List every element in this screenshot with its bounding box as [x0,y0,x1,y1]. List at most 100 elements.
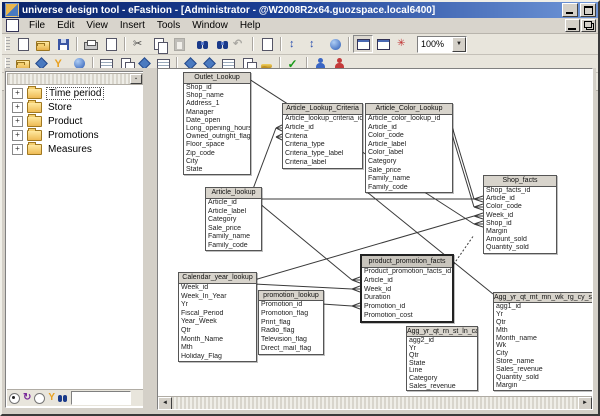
table-column[interactable]: Amount_sold [484,236,556,244]
scroll-right-icon[interactable]: ► [578,397,592,410]
parameters-button[interactable] [257,35,277,53]
export-universe-button[interactable] [285,35,305,53]
minimize-button[interactable] [562,3,578,17]
table-shop_facts[interactable]: Shop_factsShop_facts_idArticle_idColor_c… [483,175,557,254]
table-column[interactable]: Sale_price [366,167,452,176]
table-column[interactable]: Radio_flag [259,327,323,336]
conditions-view-radio[interactable] [34,393,45,404]
table-column[interactable]: Category [366,158,452,167]
table-column[interactable]: Article_color_lookup_id [366,115,452,124]
scrollbar-button[interactable]: ▪ [130,74,142,84]
table-column[interactable]: City [494,350,593,358]
table-column[interactable]: Long_opening_hours_flag [184,125,250,133]
new-button[interactable] [13,35,33,53]
table-column[interactable]: Promotion_id [259,301,323,310]
expand-icon[interactable]: + [12,144,23,155]
table-header[interactable]: Article_Lookup_Criteria [283,104,362,115]
table-header[interactable]: Outlet_Lookup [184,73,250,84]
mdi-minimize-button[interactable] [565,19,580,32]
publish-button[interactable] [325,35,345,53]
expand-icon[interactable]: + [12,130,23,141]
table-column[interactable]: Mth [179,344,256,353]
table-header[interactable]: Article_lookup [206,188,261,199]
table-column[interactable]: Sales_revenue [407,383,477,391]
table-column[interactable]: Quantity_sold [494,374,593,382]
undo-button[interactable] [229,35,249,53]
table-column[interactable]: Color_code [366,132,452,141]
table-column[interactable]: Color_label [366,149,452,158]
menu-tools[interactable]: Tools [151,18,186,33]
table-column[interactable]: Article_label [366,141,452,150]
table-column[interactable]: Family_name [366,175,452,184]
expand-icon[interactable]: + [12,88,23,99]
zoom-combo[interactable]: 100% ▼ [417,36,467,53]
table-outlet_lookup[interactable]: Outlet_LookupShop_idShop_nameAddress_1Ma… [183,72,251,175]
menu-window[interactable]: Window [186,18,234,33]
table-column[interactable]: Mth [494,327,593,335]
sidebar-item-promotions[interactable]: +Promotions [8,128,142,142]
join-line[interactable] [322,304,352,306]
paste-button[interactable] [169,35,189,53]
print-preview-button[interactable] [101,35,121,53]
table-column[interactable]: agg1_id [494,303,593,311]
copy-button[interactable] [149,35,169,53]
pane-splitter[interactable] [143,68,157,412]
table-column[interactable]: agg2_id [407,337,477,345]
sidebar-item-measures[interactable]: +Measures [8,142,142,156]
table-column[interactable]: Address_1 [184,100,250,108]
table-column[interactable]: Article_id [206,199,261,208]
expand-icon[interactable]: + [12,116,23,127]
table-column[interactable]: Criteria [283,133,362,142]
table-column[interactable]: Margin [484,228,556,236]
find-next-button[interactable] [209,35,229,53]
print-button[interactable] [81,35,101,53]
table-column[interactable]: Article_id [362,277,452,286]
table-column[interactable]: State [184,166,250,174]
table-header[interactable]: Article_Color_Lookup [366,104,452,115]
toolbar-grip[interactable] [5,37,10,51]
save-button[interactable] [53,35,73,53]
scroll-left-icon[interactable]: ◄ [158,397,172,410]
table-product_promotion_facts[interactable]: product_promotion_factsProduct_promotion… [360,254,454,323]
table-column[interactable]: Article_label [206,208,261,217]
table-column[interactable]: Qtr [494,319,593,327]
table-column[interactable]: Date_open [184,117,250,125]
menu-edit[interactable]: Edit [51,18,80,33]
table-column[interactable]: Week_In_Year [179,293,256,302]
table-column[interactable]: Holiday_Flag [179,353,256,362]
table-column[interactable]: City [184,158,250,166]
table-column[interactable]: Week_id [179,284,256,293]
table-header[interactable]: Shop_facts [484,176,556,187]
table-column[interactable]: Yr [494,311,593,319]
table-header[interactable]: product_promotion_facts [362,256,452,268]
table-column[interactable]: Criteria_type_label [283,150,362,159]
table-column[interactable]: Article_lookup_criteria_id [283,115,362,124]
table-article_lookup[interactable]: Article_lookupArticle_idArticle_labelCat… [205,187,262,251]
scrollbar-track[interactable] [8,74,130,84]
table-column[interactable]: Article_id [366,124,452,133]
table-column[interactable]: Promotion_cost [362,312,452,321]
menu-file[interactable]: File [23,18,51,33]
table-column[interactable]: Week_id [362,286,452,295]
join-line[interactable] [451,123,474,199]
pane-scrollbar[interactable]: ▪ [7,73,143,85]
horizontal-scrollbar[interactable]: ◄ ► [158,396,592,409]
graphic-mode-button[interactable] [393,35,413,53]
table-column[interactable]: Category [206,216,261,225]
maximize-button[interactable] [580,3,596,17]
classes-view-radio[interactable] [9,393,20,404]
menu-insert[interactable]: Insert [114,18,151,33]
table-browser-button[interactable] [353,35,373,53]
table-column[interactable]: Duration [362,294,452,303]
table-article_lookup_criteria[interactable]: Article_Lookup_CriteriaArticle_lookup_cr… [282,103,363,169]
table-column[interactable]: Shop_id [184,84,250,92]
scrollbar-track[interactable] [172,397,578,409]
table-column[interactable]: Qtr [179,327,256,336]
table-column[interactable]: Qtr [407,352,477,360]
table-column[interactable]: Print_flag [259,319,323,328]
table-column[interactable]: Criteria_type [283,141,362,150]
table-column[interactable]: Owned_outright_flag [184,133,250,141]
table-column[interactable]: Zip_code [184,150,250,158]
table-column[interactable]: Article_id [283,124,362,133]
table-column[interactable]: Quantity_sold [484,244,556,252]
